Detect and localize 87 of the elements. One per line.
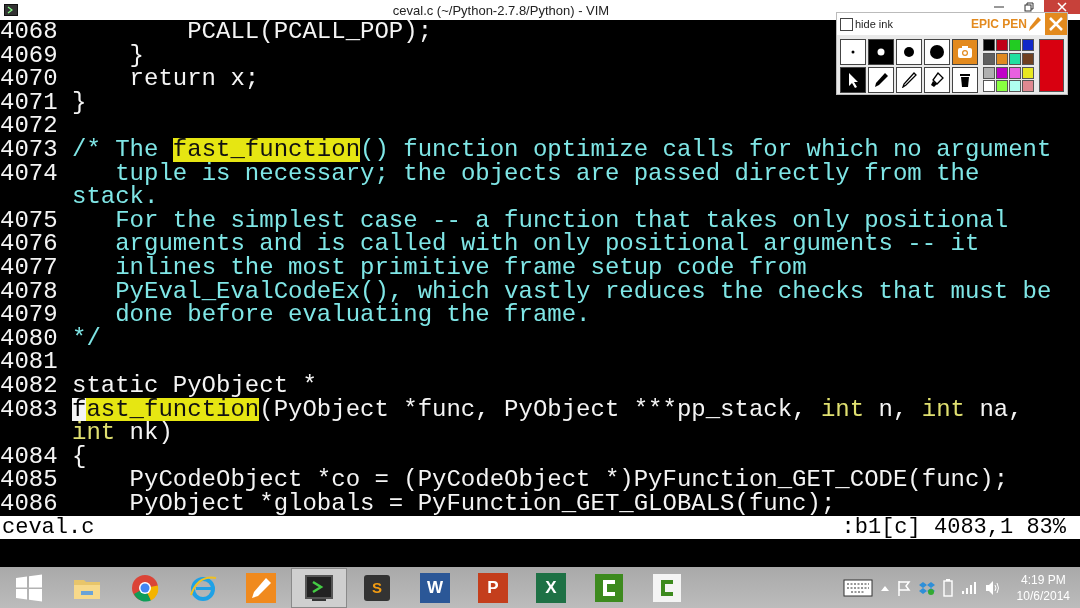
code-text: return x;: [129, 67, 260, 91]
color-swatch[interactable]: [1009, 66, 1021, 79]
pencil-icon: [901, 72, 917, 88]
comment-text: tuple is necessary; the objects are passed directly from the: [115, 161, 980, 186]
minimize-icon: [994, 6, 1004, 8]
code-text: PCALL(PCALL_POP);: [187, 20, 433, 44]
tool-button[interactable]: [896, 67, 922, 93]
color-swatch[interactable]: [996, 52, 1008, 65]
comment-text: arguments and is called with only positional arguments -- it: [115, 232, 980, 256]
tool-button[interactable]: [868, 67, 894, 93]
code-text: }: [129, 43, 144, 68]
text-cursor: f: [72, 397, 87, 422]
tool-button[interactable]: [952, 39, 978, 65]
comment-text: For the simplest case -- a function that takes only positional: [115, 208, 1009, 233]
color-swatch[interactable]: [983, 52, 995, 65]
pencil-icon: [246, 572, 276, 603]
taskbar-button[interactable]: X: [523, 567, 579, 608]
type-keyword: int: [820, 397, 865, 422]
hide-ink-checkbox[interactable]: [840, 17, 853, 31]
comment-text: stack.: [72, 185, 159, 209]
comment-text: inlines the most primitive frame setup code from: [115, 255, 807, 280]
dot-icon: [901, 44, 917, 60]
color-swatch[interactable]: [1022, 80, 1034, 93]
type-keyword: int: [921, 397, 965, 422]
color-swatch[interactable]: [996, 80, 1008, 93]
search-match: ast_function: [86, 397, 260, 422]
color-swatch[interactable]: [983, 66, 995, 79]
comment-text: done before evaluating the frame.: [115, 303, 591, 327]
highlighter-icon: [929, 72, 945, 88]
close-button[interactable]: [1044, 0, 1080, 14]
camera-icon: [957, 44, 973, 60]
search-match: fast_function: [172, 137, 361, 162]
hide-ink-label[interactable]: hide ink: [855, 18, 893, 30]
code-text: static PyObject *: [72, 373, 317, 398]
terminal-icon: [304, 572, 334, 603]
code-text: PyCodeObject *co = (PyCodeObject *)PyFunction_GET_CODE(func);: [129, 468, 1009, 492]
code-text: {: [72, 444, 87, 469]
color-swatch[interactable]: [983, 39, 995, 51]
close-button[interactable]: [1045, 13, 1067, 35]
pencil-icon: [1029, 17, 1041, 31]
terminal-icon: [4, 4, 18, 16]
comment-text: */: [72, 326, 101, 351]
color-swatch[interactable]: [983, 80, 995, 93]
color-swatch[interactable]: [1022, 66, 1034, 79]
camtasia-icon: [652, 572, 682, 603]
close-icon: [1057, 2, 1067, 12]
code-text: }: [72, 90, 87, 115]
taskbar-button[interactable]: [291, 567, 347, 608]
epic-pen-title: EPIC PEN: [971, 17, 1027, 31]
dot-icon: [929, 44, 945, 60]
color-swatch[interactable]: [1009, 39, 1021, 51]
taskbar-button[interactable]: P: [465, 567, 521, 608]
cursor-position: :b1[c] 4083,1 83%: [841, 516, 1066, 539]
tool-button[interactable]: [840, 67, 866, 93]
color-swatch[interactable]: [1009, 52, 1021, 65]
code-text: na,: [978, 397, 1023, 422]
tool-button[interactable]: [868, 39, 894, 65]
code-text: n,: [877, 397, 909, 422]
code-text: (PyObject *func, PyObject ***pp_stack,: [259, 397, 808, 422]
keyboard-icon[interactable]: [842, 578, 873, 597]
file-name: ceval.c: [2, 516, 95, 539]
tool-button[interactable]: [952, 67, 978, 93]
comment-text: PyEval_EvalCodeEx(), which vastly reduces the checks that must be: [115, 279, 1052, 304]
code-text: PyObject *globals = PyFunction_GET_GLOBALS(func);: [129, 491, 836, 516]
color-swatch[interactable]: [1022, 52, 1034, 65]
window-title: ceval.c (~/Python-2.7.8/Python) - VIM: [391, 2, 611, 18]
restore-icon: [1024, 2, 1034, 12]
comment-text: () function optimize calls for which no argument: [360, 137, 1052, 162]
tool-button[interactable]: [896, 39, 922, 65]
color-swatch[interactable]: [996, 66, 1008, 79]
tool-button[interactable]: [924, 39, 950, 65]
chrome-icon: [130, 572, 160, 603]
taskbar-button[interactable]: S: [349, 567, 405, 608]
current-color-swatch[interactable]: [1039, 39, 1064, 92]
tool-button[interactable]: [924, 67, 950, 93]
pen-icon: [873, 72, 889, 88]
taskbar-button[interactable]: W: [407, 567, 463, 608]
code-text: nk): [128, 421, 173, 445]
windows-icon: [14, 572, 44, 603]
type-keyword: int: [72, 421, 116, 445]
color-swatch[interactable]: [1022, 39, 1034, 51]
camtasia-icon: [594, 572, 624, 603]
trash-icon: [957, 72, 973, 88]
color-swatch[interactable]: [996, 39, 1008, 51]
comment-text: /* The: [72, 137, 159, 162]
tool-button[interactable]: [840, 39, 866, 65]
color-swatch[interactable]: [1009, 80, 1021, 93]
